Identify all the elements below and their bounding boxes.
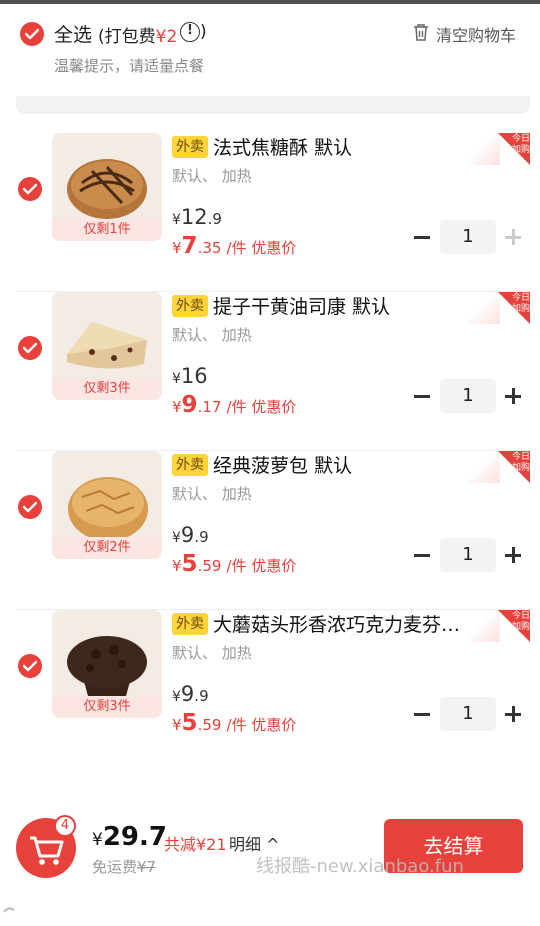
stock-label: 仅剩1件 (52, 219, 162, 241)
delivery-tag: 外卖 (172, 613, 208, 635)
today-addon-badge: 今日 加购 (468, 451, 530, 483)
product-spec: 默认、 加热 (172, 485, 252, 503)
deal-price: ¥7.35 /件 优惠价 (172, 233, 297, 259)
original-price: ¥12.9 (172, 205, 222, 229)
quantity-field[interactable]: 1 (440, 379, 496, 413)
increase-button[interactable] (505, 706, 521, 722)
select-all-checkbox[interactable] (20, 22, 44, 46)
delivery-tag: 外卖 (172, 454, 208, 476)
cart-item: 仅剩3件 外卖 大蘑菇头形香浓巧克力麦芬… 默认、 加热 ¥9.9 ¥5.59 … (0, 610, 540, 769)
cart-count-badge: 4 (54, 815, 76, 837)
cart-item: 仅剩2件 外卖 经典菠萝包 默认 默认、 加热 ¥9.9 ¥5.59 /件 优惠… (0, 451, 540, 610)
stock-label: 仅剩3件 (52, 696, 162, 718)
product-name[interactable]: 提子干黄油司康 默认 (213, 292, 483, 319)
stock-label: 仅剩2件 (52, 537, 162, 559)
corner-logo-icon (3, 907, 15, 913)
increase-button[interactable] (505, 229, 521, 245)
delivery-tag: 外卖 (172, 136, 208, 158)
product-image[interactable]: 仅剩2件 (52, 451, 162, 559)
product-name[interactable]: 经典菠萝包 默认 (213, 451, 483, 478)
clear-cart-button[interactable]: 清空购物车 (436, 22, 516, 46)
today-addon-badge: 今日 加购 (468, 292, 530, 324)
increase-button[interactable] (505, 547, 521, 563)
today-addon-badge: 今日 加购 (468, 610, 530, 642)
original-price: ¥9.9 (172, 523, 209, 547)
deal-price: ¥5.59 /件 优惠价 (172, 551, 297, 577)
product-image[interactable]: 仅剩3件 (52, 610, 162, 718)
quantity-field[interactable]: 1 (440, 697, 496, 731)
original-price: ¥16 (172, 364, 208, 388)
tip-text: 温馨提示，请适量点餐 (54, 57, 205, 75)
cart-header: 全选 (打包费¥2 ) 清空购物车 温馨提示，请适量点餐 (0, 0, 540, 86)
delivery-tag: 外卖 (172, 295, 208, 317)
cart-item: 仅剩1件 外卖 法式焦糖酥 默认 默认、 加热 ¥12.9 ¥7.35 /件 优… (0, 133, 540, 292)
product-spec: 默认、 加热 (172, 644, 252, 662)
product-image[interactable]: 仅剩1件 (52, 133, 162, 241)
discount-text: 共减¥21 (164, 835, 227, 854)
item-checkbox[interactable] (18, 654, 42, 678)
product-spec: 默认、 加热 (172, 326, 252, 344)
original-price: ¥9.9 (172, 682, 209, 706)
today-addon-badge: 今日 加购 (468, 133, 530, 165)
decrease-button[interactable] (414, 395, 430, 398)
section-divider (16, 96, 530, 114)
watermark: 线报酷-new.xianbao.fun (256, 856, 464, 877)
item-checkbox[interactable] (18, 495, 42, 519)
deal-price: ¥5.59 /件 优惠价 (172, 710, 297, 736)
status-strip (0, 0, 540, 4)
info-icon[interactable] (180, 22, 200, 42)
delivery-fee: 免运费¥7 (92, 858, 157, 876)
checkout-bar: 4 ¥29.7 共减¥21 明细 ^ 免运费¥7 去结算 线报酷-new.xia… (0, 800, 540, 926)
cart-item: 仅剩3件 外卖 提子干黄油司康 默认 默认、 加热 ¥16 ¥9.17 /件 优… (0, 292, 540, 451)
item-checkbox[interactable] (18, 336, 42, 360)
item-checkbox[interactable] (18, 177, 42, 201)
packing-fee: (打包费¥2 (98, 27, 178, 47)
quantity-field[interactable]: 1 (440, 220, 496, 254)
total-price: ¥29.7 (92, 822, 167, 852)
select-all-label[interactable]: 全选 (54, 20, 92, 47)
decrease-button[interactable] (414, 554, 430, 557)
increase-button[interactable] (505, 388, 521, 404)
decrease-button[interactable] (414, 713, 430, 716)
product-spec: 默认、 加热 (172, 167, 252, 185)
trash-icon[interactable] (413, 24, 429, 41)
product-image[interactable]: 仅剩3件 (52, 292, 162, 400)
product-name[interactable]: 法式焦糖酥 默认 (213, 133, 483, 160)
decrease-button[interactable] (414, 236, 430, 239)
quantity-field[interactable]: 1 (440, 538, 496, 572)
product-name[interactable]: 大蘑菇头形香浓巧克力麦芬… (213, 610, 483, 637)
stock-label: 仅剩3件 (52, 378, 162, 400)
packing-fee-close: ) (200, 22, 207, 42)
deal-price: ¥9.17 /件 优惠价 (172, 392, 297, 418)
